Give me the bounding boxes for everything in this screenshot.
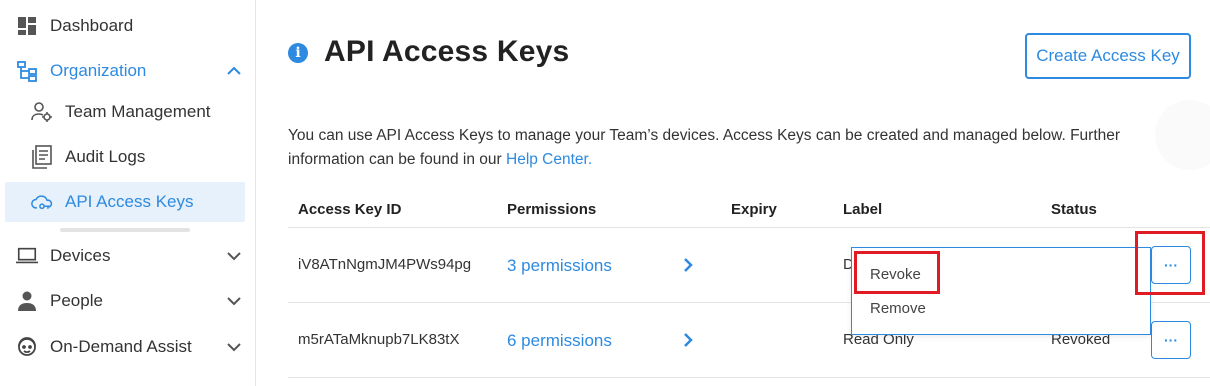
create-access-key-button[interactable]: Create Access Key (1025, 33, 1191, 79)
column-header-permissions: Permissions (507, 201, 597, 218)
menu-item-remove[interactable]: Remove (870, 300, 926, 317)
chevron-down-icon[interactable] (226, 248, 242, 264)
column-header-expiry: Expiry (731, 201, 777, 218)
chevron-down-icon[interactable] (226, 339, 242, 355)
sidebar-item-label: Devices (50, 246, 111, 265)
scrollbar[interactable] (60, 228, 190, 232)
table-divider (288, 377, 1210, 378)
sidebar-item-on-demand-assist[interactable]: On-Demand Assist (0, 327, 250, 367)
sidebar-item-label: API Access Keys (65, 192, 194, 211)
column-header-label: Label (843, 201, 883, 218)
user-settings-icon (31, 101, 53, 123)
person-icon (16, 290, 38, 312)
sidebar-item-dashboard[interactable]: Dashboard (0, 6, 250, 46)
description-text: You can use API Access Keys to manage yo… (288, 127, 1121, 168)
chevron-down-icon[interactable] (226, 293, 242, 309)
sidebar-item-label: People (50, 291, 103, 310)
page-description: You can use API Access Keys to manage yo… (288, 124, 1168, 172)
info-icon: i (288, 43, 308, 63)
sidebar-item-label: On-Demand Assist (50, 337, 192, 356)
sidebar: Dashboard Organization Team Management A… (0, 0, 256, 386)
help-center-link[interactable]: Help Center. (506, 151, 592, 168)
access-key-id: m5rATaMknupb7LK83tX (298, 331, 460, 348)
sidebar-item-organization[interactable]: Organization (0, 51, 250, 91)
permissions-link[interactable]: 3 permissions (507, 256, 612, 276)
table-divider (288, 227, 1210, 228)
highlight-box-more-button (1135, 231, 1205, 295)
sidebar-item-label: Dashboard (50, 16, 134, 35)
page-title: API Access Keys (324, 35, 570, 68)
sidebar-item-audit-logs[interactable]: Audit Logs (0, 137, 250, 177)
sidebar-item-label: Organization (50, 61, 147, 80)
sidebar-item-label: Team Management (65, 102, 211, 121)
sidebar-item-people[interactable]: People (0, 281, 250, 321)
chevron-up-icon[interactable] (226, 63, 242, 79)
more-options-button[interactable]: ··· (1151, 321, 1191, 359)
cloud-key-icon (31, 191, 53, 213)
chevron-right-icon[interactable] (681, 332, 695, 348)
access-key-id: iV8ATnNgmJM4PWs94pg (298, 256, 472, 273)
highlight-box-revoke (854, 251, 940, 294)
sidebar-item-team-management[interactable]: Team Management (0, 92, 250, 132)
document-icon (31, 145, 53, 169)
permissions-link[interactable]: 6 permissions (507, 331, 612, 351)
organization-icon (16, 60, 38, 82)
support-agent-icon (16, 336, 38, 358)
column-header-access-key-id: Access Key ID (298, 201, 402, 218)
chevron-right-icon[interactable] (681, 257, 695, 273)
laptop-icon (16, 245, 38, 267)
dashboard-icon (16, 15, 38, 37)
sidebar-item-devices[interactable]: Devices (0, 236, 250, 276)
sidebar-item-api-access-keys[interactable]: API Access Keys (5, 182, 245, 222)
sidebar-item-label: Audit Logs (65, 147, 146, 166)
column-header-status: Status (1051, 201, 1097, 218)
